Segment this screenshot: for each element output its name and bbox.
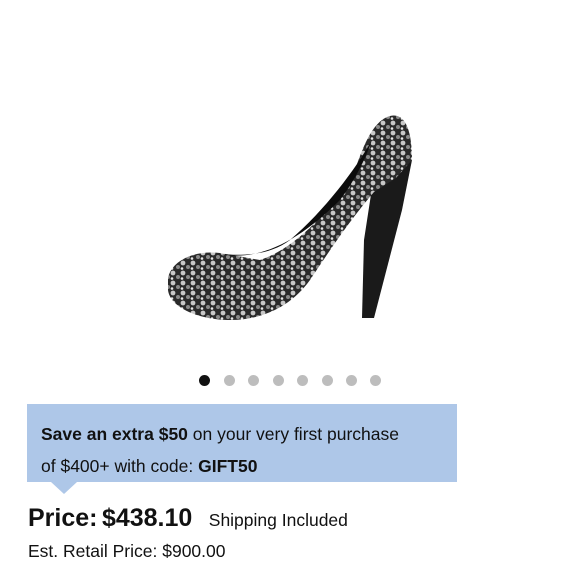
carousel-dot[interactable] bbox=[273, 375, 284, 386]
promo-code: GIFT50 bbox=[198, 456, 258, 476]
promo-banner: Save an extra $50 on your very first pur… bbox=[27, 404, 457, 494]
carousel-dot[interactable] bbox=[322, 375, 333, 386]
high-heel-shoe-image bbox=[168, 115, 412, 320]
retail-price-value: $900.00 bbox=[162, 541, 226, 561]
promo-text: on your very first purchase bbox=[187, 424, 399, 444]
carousel-dot[interactable] bbox=[224, 375, 235, 386]
retail-price-label: Est. Retail Price: bbox=[28, 541, 158, 561]
price-value: $438.10 bbox=[101, 504, 193, 532]
carousel-dot[interactable] bbox=[370, 375, 381, 386]
carousel-dot[interactable] bbox=[297, 375, 308, 386]
promo-line-2: of $400+ with code: GIFT50 bbox=[41, 450, 443, 482]
price-row: Price: $438.10 Shipping Included bbox=[28, 504, 348, 533]
product-image[interactable] bbox=[150, 100, 430, 340]
promo-headline: Save an extra $50 bbox=[41, 424, 188, 444]
shipping-note: Shipping Included bbox=[208, 510, 348, 530]
promo-text: of $400+ with code: bbox=[41, 456, 199, 476]
carousel-dot[interactable] bbox=[199, 375, 210, 386]
image-carousel-dots bbox=[0, 375, 580, 387]
price-label: Price: bbox=[28, 504, 98, 532]
carousel-dot[interactable] bbox=[346, 375, 357, 386]
promo-line-1: Save an extra $50 on your very first pur… bbox=[41, 418, 443, 450]
retail-price-row: Est. Retail Price: $900.00 bbox=[28, 541, 226, 562]
carousel-dot[interactable] bbox=[248, 375, 259, 386]
